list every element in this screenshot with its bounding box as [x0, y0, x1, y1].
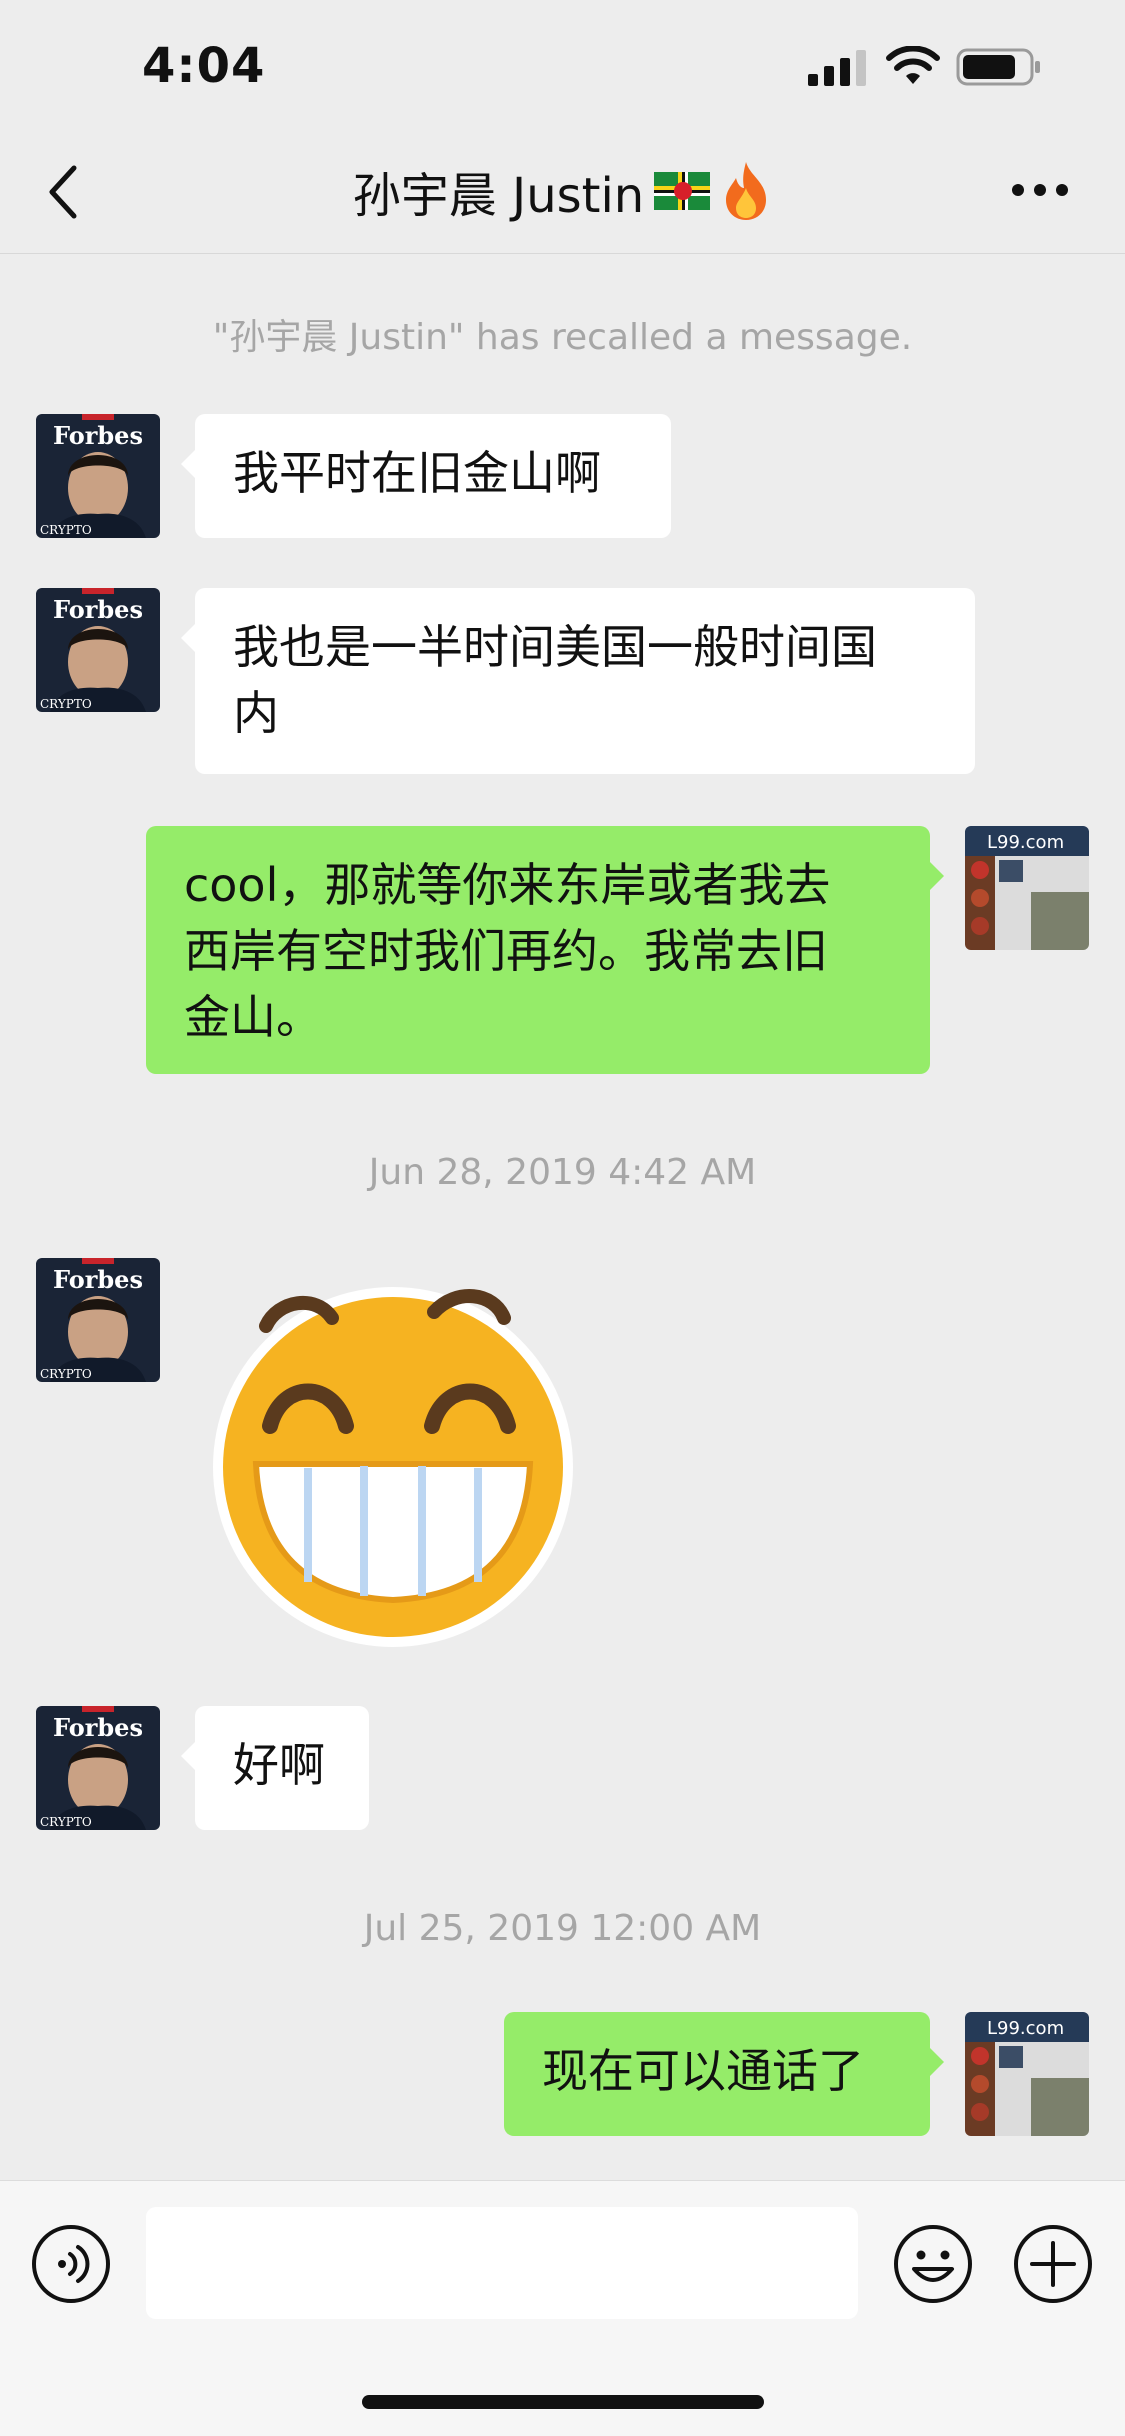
emoji-icon[interactable]: [892, 2223, 974, 2305]
svg-text:CRYPTO: CRYPTO: [40, 1367, 92, 1381]
message-text: 好啊: [233, 1738, 325, 1792]
message-input-bar: [0, 2180, 1125, 2436]
contact-avatar[interactable]: Forbes CRYPTO: [36, 1706, 160, 1830]
message-text-line: cool，那就等你来东岸或者我去: [184, 858, 831, 912]
message-text-line: 内: [233, 686, 279, 740]
plus-icon[interactable]: [1012, 2223, 1094, 2305]
svg-text:CRYPTO: CRYPTO: [40, 1815, 92, 1829]
incoming-message-bubble[interactable]: 我平时在旧金山啊: [181, 414, 671, 538]
battery-icon: [956, 48, 1040, 86]
grinning-face-sticker[interactable]: [206, 1264, 580, 1650]
incoming-message-bubble[interactable]: 好啊: [181, 1706, 369, 1830]
cellular-signal-icon: [808, 50, 866, 86]
outgoing-message-bubble[interactable]: cool，那就等你来东岸或者我去 西岸有空时我们再约。我常去旧 金山。: [146, 826, 944, 1074]
self-avatar[interactable]: L99.com: [965, 826, 1089, 950]
message-text-line: 我也是一半时间美国一般时间国: [233, 620, 877, 674]
svg-text:CRYPTO: CRYPTO: [40, 523, 92, 537]
status-time: 4:04: [142, 38, 266, 94]
svg-text:Forbes: Forbes: [53, 1265, 143, 1294]
svg-text:Forbes: Forbes: [53, 595, 143, 624]
message-text: 我平时在旧金山啊: [233, 446, 601, 500]
svg-text:L99.com: L99.com: [987, 2018, 1064, 2039]
home-indicator[interactable]: [362, 2395, 764, 2409]
message-text: 现在可以通话了: [542, 2044, 864, 2098]
message-text-input[interactable]: [146, 2207, 858, 2319]
message-text-line: 西岸有空时我们再约。我常去旧: [184, 924, 828, 978]
status-bar: 4:04: [0, 0, 1125, 128]
chat-title: 孙宇晨 Justin: [352, 168, 645, 224]
svg-text:Forbes: Forbes: [53, 1713, 143, 1742]
incoming-message-bubble[interactable]: 我也是一半时间美国一般时间国 内: [181, 588, 975, 774]
contact-avatar[interactable]: Forbes CRYPTO: [36, 588, 160, 712]
outgoing-message-bubble[interactable]: 现在可以通话了: [504, 2012, 944, 2136]
fire-icon: [726, 162, 767, 220]
contact-avatar[interactable]: Forbes CRYPTO: [36, 1258, 160, 1382]
dominica-flag-icon: [654, 172, 711, 210]
recall-notice: "孙宇晨 Justin" has recalled a message.: [212, 317, 913, 358]
message-timestamp: Jun 28, 2019 4:42 AM: [368, 1152, 757, 1193]
svg-text:CRYPTO: CRYPTO: [40, 697, 92, 711]
chat-title-group: 孙宇晨 Justin: [0, 158, 1125, 224]
chat-header: 孙宇晨 Justin: [0, 128, 1125, 254]
svg-text:L99.com: L99.com: [987, 832, 1064, 853]
more-dots-icon[interactable]: [1010, 180, 1070, 200]
contact-avatar[interactable]: Forbes CRYPTO: [36, 414, 160, 538]
wifi-icon: [886, 46, 940, 84]
message-text-line: 金山。: [184, 990, 322, 1044]
svg-text:Forbes: Forbes: [53, 421, 143, 450]
message-timestamp: Jul 25, 2019 12:00 AM: [363, 1908, 762, 1949]
self-avatar[interactable]: L99.com: [965, 2012, 1089, 2136]
voice-icon[interactable]: [30, 2223, 112, 2305]
